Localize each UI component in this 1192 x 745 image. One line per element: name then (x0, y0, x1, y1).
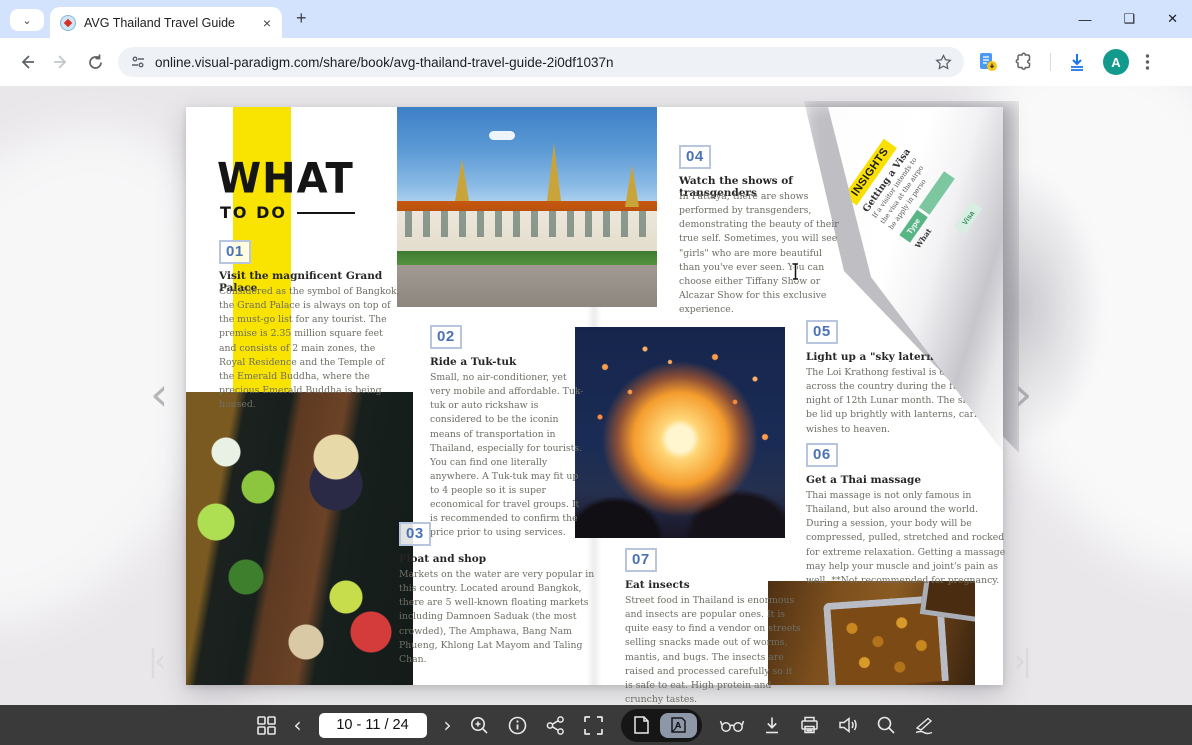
item-number-badge: 03 (399, 522, 431, 546)
item-number-badge: 02 (430, 325, 462, 349)
url-text[interactable]: online.visual-paradigm.com/share/book/av… (155, 55, 926, 70)
search-button[interactable] (876, 715, 896, 735)
browser-navbar: online.visual-paradigm.com/share/book/av… (0, 38, 1192, 86)
item-title: Float and shop (399, 553, 599, 565)
print-button[interactable] (799, 715, 820, 735)
page-indicator[interactable]: 10 - 11 / 24 (319, 713, 427, 738)
next-page-button[interactable]: › (444, 715, 452, 735)
accessibility-glasses-button[interactable] (719, 716, 745, 734)
item-body: Markets on the water are very popular in… (399, 568, 605, 667)
browser-titlebar: ⌄ AVG Thailand Travel Guide × + — ❑ ✕ (0, 0, 1192, 38)
item-number-badge: 01 (219, 240, 251, 264)
photo-grand-palace (397, 107, 657, 307)
flip-view-button-active[interactable]: A (660, 713, 697, 738)
window-close-button[interactable]: ✕ (1167, 11, 1178, 27)
item-body: Considered as the symbol of Bangkok, the… (219, 285, 402, 412)
skip-to-first-page[interactable]: |‹ (148, 644, 162, 679)
text-cursor-ibeam (790, 262, 801, 281)
item-body: Street food in Thailand is enormous and … (625, 594, 803, 705)
profile-avatar[interactable]: A (1103, 49, 1129, 75)
item-number-badge: 07 (625, 548, 657, 572)
share-button[interactable] (545, 715, 566, 736)
page-title: WHAT (217, 155, 354, 203)
forward-button[interactable] (44, 45, 78, 79)
info-button[interactable] (507, 715, 528, 736)
page-subtitle-text: TO DO (220, 203, 287, 222)
page-subtitle: TO DO (220, 203, 355, 222)
previous-page-button[interactable]: ‹ (294, 715, 302, 735)
viewer-toolbar: ‹ 10 - 11 / 24 › A (0, 705, 1192, 745)
curl-visa-chip: Visa (954, 201, 983, 234)
item-title: Eat insects (625, 579, 795, 591)
downloads-icon[interactable] (1067, 52, 1087, 72)
item-title: Get a Thai massage (806, 474, 1006, 486)
site-settings-icon[interactable] (130, 54, 146, 70)
window-maximize-button[interactable]: ❑ (1123, 11, 1135, 27)
item-title: Ride a Tuk-tuk (430, 356, 600, 368)
window-minimize-button[interactable]: — (1078, 12, 1091, 27)
browser-window: ⌄ AVG Thailand Travel Guide × + — ❑ ✕ o (0, 0, 1192, 745)
single-page-view-button[interactable] (626, 715, 656, 735)
page-curl-content: INSIGHTS Getting a Visa If a visitor int… (842, 97, 1012, 266)
bookmark-star-icon[interactable] (935, 54, 952, 71)
skip-to-last-page[interactable]: ›| (1014, 644, 1028, 679)
photo-floating-market (186, 392, 413, 685)
item-body: Thai massage is not only famous in Thail… (806, 489, 1006, 588)
thumbnails-grid-button[interactable] (256, 715, 277, 736)
item-body: Small, no air-conditioner, yet very mobi… (430, 371, 587, 541)
item-body: In Pattaya, there are shows performed by… (679, 190, 839, 317)
tab-title: AVG Thailand Travel Guide (84, 16, 252, 30)
new-tab-button[interactable]: + (296, 8, 307, 29)
browser-menu-kebab-icon[interactable] (1145, 53, 1150, 71)
visual-paradigm-favicon-icon (60, 15, 76, 31)
page-curl-outer-shadow (1001, 127, 1181, 527)
item-number-badge: 04 (679, 145, 711, 169)
tab-close-icon[interactable]: × (260, 15, 274, 31)
palace-windows (405, 211, 649, 237)
book-spread[interactable]: WHAT TO DO 01 Visit the magnificent Gran… (186, 107, 1003, 685)
photo-sky-lantern (575, 327, 785, 538)
tab-search-button[interactable]: ⌄ (10, 9, 44, 31)
item-number-badge: 06 (806, 443, 838, 467)
browser-tab[interactable]: AVG Thailand Travel Guide × (50, 7, 282, 38)
download-button[interactable] (762, 715, 782, 735)
chevron-down-icon: ⌄ (22, 14, 31, 27)
back-button[interactable] (10, 45, 44, 79)
url-bar[interactable]: online.visual-paradigm.com/share/book/av… (118, 47, 964, 77)
reading-list-icon[interactable] (978, 52, 998, 72)
flipbook-stage: ‹ › |‹ ›| WHAT TO DO 01 (0, 86, 1192, 705)
fullscreen-button[interactable] (583, 715, 604, 736)
view-mode-toggle: A (621, 709, 702, 742)
extensions-puzzle-icon[interactable] (1014, 52, 1034, 72)
reload-button[interactable] (78, 45, 112, 79)
toolbar-separator (1050, 53, 1051, 71)
previous-page-arrow[interactable]: ‹ (150, 371, 168, 417)
signature-pen-button[interactable] (913, 715, 937, 735)
item-number-badge: 05 (806, 320, 838, 344)
cloud (489, 131, 515, 140)
audio-button[interactable] (837, 715, 859, 735)
zoom-in-button[interactable] (469, 715, 490, 736)
